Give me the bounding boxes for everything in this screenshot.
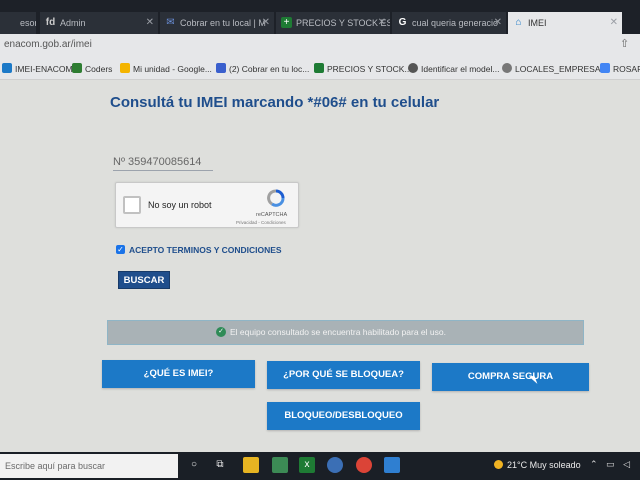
recaptcha-checkbox[interactable] [123, 196, 141, 214]
secure-purchase-button[interactable]: COMPRA SEGURA [432, 363, 589, 391]
browser-tab-strip: esor fd Admin ✕ ✉ Cobrar en tu local | M… [0, 0, 640, 34]
google-favicon-icon: G [398, 17, 407, 28]
app-icon[interactable] [327, 457, 343, 473]
recaptcha-brand: reCAPTCHA [256, 212, 288, 218]
mail-bookmark-icon [216, 63, 226, 73]
apple-bookmark-icon [408, 63, 418, 73]
status-message: El equipo consultado se encuentra habili… [230, 327, 446, 337]
bookmark-coders[interactable]: Coders [72, 63, 112, 74]
recaptcha-logo-icon [267, 189, 285, 207]
network-icon[interactable]: ▭ [606, 459, 615, 469]
sheets-favicon-icon: + [281, 17, 292, 28]
status-message-bar: ✓ El equipo consultado se encuentra habi… [107, 320, 584, 345]
sun-icon [494, 460, 503, 469]
coders-bookmark-icon [72, 63, 82, 73]
weather-text: 21°C Muy soleado [507, 460, 581, 470]
search-button[interactable]: BUSCAR [118, 271, 170, 289]
page-title: Consultá tu IMEI marcando *#06# en tu ce… [110, 94, 440, 111]
bookmark-identificar[interactable]: Identificar el model... [408, 63, 499, 74]
chevron-up-icon[interactable]: ⌃ [590, 459, 598, 469]
enacom-bookmark-icon [2, 63, 12, 73]
task-view-icon[interactable]: ⧉ [212, 457, 228, 473]
recaptcha-links[interactable]: Privacidad - Condiciones [236, 220, 286, 225]
close-tab-icon[interactable]: ✕ [378, 12, 386, 34]
tab-imei[interactable]: ⌂ IMEI ✕ [508, 12, 622, 34]
tab-cobrar[interactable]: ✉ Cobrar en tu local | M ✕ [160, 12, 274, 34]
chrome-icon[interactable] [356, 457, 372, 473]
weather-widget[interactable]: 21°C Muy soleado [494, 460, 581, 470]
share-icon[interactable]: ⇧ [620, 37, 629, 50]
google-bookmark-icon [600, 63, 610, 73]
bookmark-rosar[interactable]: ROSAR [600, 63, 640, 74]
tab-label: PRECIOS Y STOCK ES [296, 18, 390, 28]
bookmarks-bar: IMEI-ENACOM Coders Mi unidad - Google...… [0, 56, 640, 80]
taskbar: Escribe aquí para buscar ○ ⧉ x 21°C Muy … [0, 452, 640, 480]
bookmark-precios[interactable]: PRECIOS Y STOCK... [314, 63, 412, 74]
tab-admin[interactable]: fd Admin ✕ [40, 12, 158, 34]
close-tab-icon[interactable]: ✕ [262, 12, 270, 34]
tab-label: esor [20, 18, 36, 28]
close-tab-icon[interactable]: ✕ [610, 12, 618, 34]
admin-favicon-icon: fd [45, 17, 56, 28]
excel-icon[interactable]: x [299, 457, 315, 473]
taskbar-search-input[interactable]: Escribe aquí para buscar [0, 454, 178, 478]
globe-bookmark-icon [502, 63, 512, 73]
check-circle-icon: ✓ [216, 327, 226, 337]
tab-precios[interactable]: + PRECIOS Y STOCK ES ✕ [276, 12, 390, 34]
tab-label: IMEI [528, 18, 547, 28]
bookmark-imei-enacom[interactable]: IMEI-ENACOM [2, 63, 73, 74]
why-blocked-button[interactable]: ¿POR QUÉ SE BLOQUEA? [267, 361, 420, 389]
block-unblock-button[interactable]: BLOQUEO/DESBLOQUEO [267, 402, 420, 430]
mail-favicon-icon: ✉ [166, 17, 175, 28]
system-tray[interactable]: ⌃ ▭ ◁ [590, 459, 630, 470]
tab-label: cual queria generacio [412, 18, 499, 28]
active-window-icon[interactable] [384, 457, 400, 473]
calculator-icon[interactable] [272, 457, 288, 473]
recaptcha-widget: No soy un robot reCAPTCHA Privacidad - C… [115, 182, 299, 228]
terms-label: ACEPTO TERMINOS Y CONDICIONES [129, 245, 282, 255]
close-tab-icon[interactable]: ✕ [494, 12, 502, 34]
volume-icon[interactable]: ◁ [623, 459, 630, 469]
recaptcha-label: No soy un robot [148, 200, 212, 210]
sheets-bookmark-icon [314, 63, 324, 73]
bookmark-cobrar[interactable]: (2) Cobrar en tu loc... [216, 63, 309, 74]
what-is-imei-button[interactable]: ¿QUÉ ES IMEI? [102, 360, 255, 388]
page-content: Consultá tu IMEI marcando *#06# en tu ce… [0, 80, 640, 452]
cortana-icon[interactable]: ○ [186, 457, 202, 473]
file-explorer-icon[interactable] [243, 457, 259, 473]
drive-bookmark-icon [120, 63, 130, 73]
close-tab-icon[interactable]: ✕ [146, 12, 154, 34]
bookmark-locales[interactable]: LOCALES_EMPRESA... [502, 63, 608, 74]
bookmark-mi-unidad[interactable]: Mi unidad - Google... [120, 63, 212, 74]
enacom-favicon-icon: ⌂ [515, 17, 522, 28]
imei-field[interactable]: Nº 359470085614 [113, 156, 213, 171]
url-text[interactable]: enacom.gob.ar/imei [4, 39, 92, 50]
tab-google-search[interactable]: G cual queria generacio ✕ [392, 12, 506, 34]
terms-checkbox[interactable]: ✓ [116, 245, 125, 254]
address-bar[interactable]: enacom.gob.ar/imei ⇧ [0, 34, 640, 56]
tab-1[interactable]: esor [0, 12, 36, 34]
tab-label: Admin [60, 18, 86, 28]
tab-label: Cobrar en tu local | M [180, 18, 266, 28]
